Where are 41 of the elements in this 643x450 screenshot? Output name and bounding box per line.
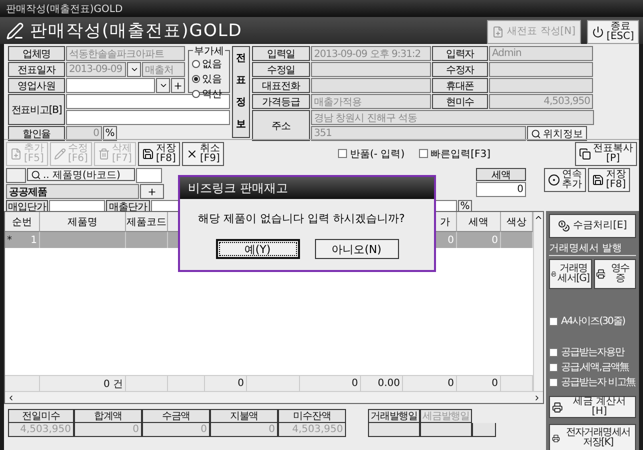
field-label: 수정자 <box>432 62 488 77</box>
field-label: 업체명 <box>8 46 65 61</box>
summary-value: 4,503,950 <box>278 423 346 437</box>
group-title: 거래명세서 발행 <box>549 241 636 256</box>
dialog-title: 비즈링크 판매재고 <box>180 177 434 199</box>
dialog-message: 해당 제품이 없습니다 입력 하시겠습니까? <box>198 211 405 226</box>
field-label: 전표일자 <box>8 62 65 77</box>
date-label: 세금발행일 <box>420 409 472 423</box>
summary-label: 전일미수 <box>8 409 74 423</box>
section-label: 전표정보 <box>232 46 250 138</box>
summary-label: 미수잔액 <box>278 409 346 423</box>
summary-value: 0 <box>210 423 278 437</box>
column-header: 제품명 <box>40 212 126 232</box>
column-header: 순번 <box>5 212 40 232</box>
column-header: 세액 <box>457 212 501 232</box>
field-label: 입력일 <box>252 46 310 61</box>
field-label: 주소 <box>252 110 310 141</box>
field-label: 할인율 <box>8 126 65 141</box>
summary-value: 0 <box>142 423 210 437</box>
summary-value: 0 <box>74 423 142 437</box>
field-label: 전표비고[B] <box>8 94 65 125</box>
column-header: 세액 <box>476 168 526 181</box>
field-label: 대표전화 <box>252 78 310 93</box>
summary-label: 지불액 <box>210 409 278 423</box>
page-title: 판매작성(매출전표)GOLD <box>30 20 242 42</box>
summary-label: 합계액 <box>74 409 142 423</box>
date-label: 거래발행일 <box>368 409 420 423</box>
summary-value: 4,503,950 <box>8 423 74 437</box>
summary-label: 수금액 <box>142 409 210 423</box>
column-header: 색상 <box>501 212 533 232</box>
field-label: 영업사원 <box>8 78 65 93</box>
field-label: 입력자 <box>432 46 488 61</box>
window-title: 판매작성(매출전표)GOLD <box>0 0 643 17</box>
field-label: 휴대폰 <box>432 78 488 93</box>
field-label: 수정일 <box>252 62 310 77</box>
row-number: * 1 <box>5 232 40 248</box>
group-title: 부가세 <box>193 44 225 58</box>
table-cell: 0 <box>457 232 501 248</box>
field-label: 가격등급 <box>252 94 310 109</box>
column-header: 제품코드 <box>126 212 168 232</box>
field-label: 현미수 <box>432 94 488 109</box>
